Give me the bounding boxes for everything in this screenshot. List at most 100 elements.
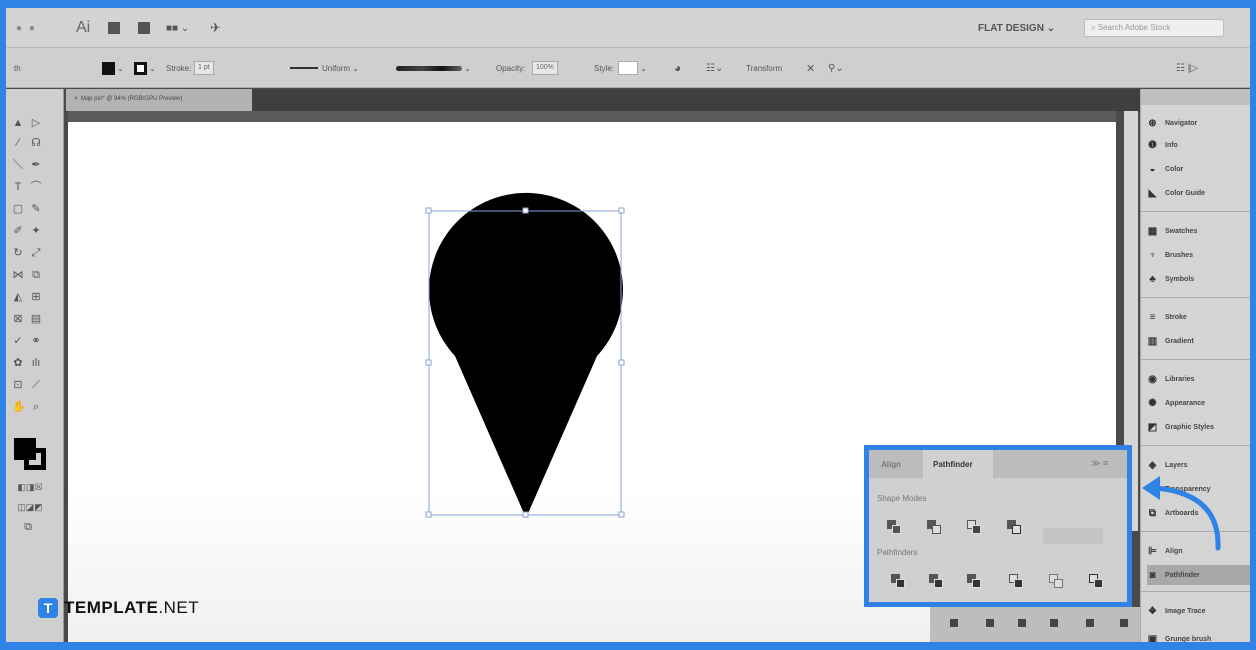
pen-tool-icon[interactable]: ＼	[12, 159, 24, 171]
map-pin-shape[interactable]	[428, 122, 667, 518]
slice-tool-icon[interactable]: ⟋	[30, 379, 42, 391]
pencil-tool-icon[interactable]: ✐	[12, 225, 24, 237]
arc-tool-icon[interactable]: ⌒	[30, 181, 42, 193]
search-stock-input[interactable]: ⌕ Search Adobe Stock	[1084, 19, 1224, 37]
panel-options-icon[interactable]: ☷ |▷	[1176, 48, 1198, 88]
shape-builder-tool-icon[interactable]: ◭	[12, 291, 24, 303]
appearance-icon: ✺	[1148, 397, 1157, 409]
eyedropper-tool-icon[interactable]: ✓	[12, 335, 24, 347]
selection-tool-icon[interactable]: ▲	[12, 117, 24, 129]
divide-icon[interactable]	[891, 574, 905, 588]
gradient-tool-icon[interactable]: ▤	[30, 313, 42, 325]
draw-mode-buttons[interactable]: ◫◪◩	[10, 501, 50, 513]
fill-swatch[interactable]: ⌄	[102, 48, 124, 88]
panel-menu-icon[interactable]: ≫ ≡	[1091, 458, 1108, 469]
align-options-icon[interactable]: ☷⌄	[706, 48, 723, 88]
curvature-tool-icon[interactable]: ✒	[30, 159, 42, 171]
dock-item-symbols[interactable]: ♣ Symbols	[1147, 269, 1250, 289]
dock-item-label: Gradient	[1165, 337, 1194, 345]
color-mode-buttons[interactable]: ◧◨☒	[10, 481, 50, 493]
symbol-sprayer-icon[interactable]: ✿	[12, 357, 24, 369]
workspace-switcher[interactable]: FLAT DESIGN ⌄	[978, 8, 1055, 48]
minus-back-icon[interactable]	[1089, 574, 1103, 588]
dock-header[interactable]	[1141, 89, 1250, 105]
mesh-tool-icon[interactable]: ⊠	[12, 313, 24, 325]
screen-mode-icon[interactable]: ⧉	[18, 521, 38, 533]
dock-item-navigator[interactable]: ⊛ Navigator	[1147, 113, 1250, 133]
zoom-tool-icon[interactable]: ⌕	[30, 401, 42, 413]
brush-library-icon: ▣	[1147, 633, 1158, 643]
swatches-icon: ▦	[1147, 225, 1158, 237]
merge-icon[interactable]	[967, 574, 981, 588]
pathfinder-strip-icons[interactable]	[930, 607, 1140, 642]
window-controls-icon[interactable]: ● ●	[16, 8, 37, 48]
compass-icon: ⊛	[1148, 117, 1157, 129]
dock-item-libraries[interactable]: ◉ Libraries	[1147, 369, 1250, 389]
opacity-field[interactable]: 100%	[532, 48, 558, 88]
dock-separator	[1141, 297, 1250, 298]
tab-align[interactable]: Align	[875, 450, 919, 478]
puppet-warp-icon[interactable]: ⚲⌄	[828, 48, 844, 88]
paintbrush-tool-icon[interactable]: ✎	[30, 203, 42, 215]
artboard-tool-icon[interactable]: ⊡	[12, 379, 24, 391]
graphic-styles-icon: ◩	[1147, 421, 1158, 433]
recolor-artwork-icon[interactable]: ◕	[674, 48, 681, 88]
dock-item-info[interactable]: ❶ Info	[1147, 135, 1250, 155]
dock-item-graphic-styles[interactable]: ◩ Graphic Styles	[1147, 417, 1250, 437]
dock-item-color[interactable]: ◒ Color	[1147, 159, 1250, 179]
shape-modes-label: Shape Modes	[877, 494, 927, 503]
rotate-tool-icon[interactable]: ↻	[12, 247, 24, 259]
crop-icon[interactable]	[1009, 574, 1023, 588]
dock-item-label: Pathfinder	[1165, 571, 1200, 579]
expand-button[interactable]	[1043, 528, 1103, 544]
type-tool-icon[interactable]: T	[12, 181, 24, 193]
unite-icon[interactable]	[887, 520, 901, 534]
dock-item-pathfinder[interactable]: ◙ Pathfinder	[1147, 565, 1250, 585]
dock-item-swatches[interactable]: ▦ Swatches	[1147, 221, 1250, 241]
trim-icon[interactable]	[929, 574, 943, 588]
dock-item-brushes[interactable]: ♆ Brushes	[1147, 245, 1250, 265]
isolate-icon[interactable]: ✕	[806, 48, 815, 88]
bridge-icon[interactable]	[108, 8, 120, 48]
dock-item-color-guide[interactable]: ◣ Color Guide	[1147, 183, 1250, 203]
graphic-style-dropdown[interactable]: ⌄	[618, 48, 647, 88]
variable-width-profile[interactable]: Uniform ⌄	[290, 48, 359, 88]
magic-wand-icon[interactable]: ⁄	[12, 137, 24, 149]
stroke-weight-field[interactable]: 1 pt	[194, 48, 214, 88]
blend-tool-icon[interactable]: ⚭	[30, 335, 42, 347]
exclude-icon[interactable]	[1007, 520, 1021, 534]
intersect-icon[interactable]	[967, 520, 981, 534]
lasso-tool-icon[interactable]: ☊	[30, 137, 42, 149]
scale-tool-icon[interactable]: ⤢	[30, 247, 42, 259]
stroke-swatch[interactable]: ⌄	[134, 48, 156, 88]
dock-item-label: Libraries	[1165, 375, 1195, 383]
rectangle-tool-icon[interactable]: ▢	[12, 203, 24, 215]
gpu-performance-icon[interactable]: ✈	[210, 8, 221, 48]
dock-item-gradient[interactable]: ▥ Gradient	[1147, 331, 1250, 351]
app-logo: Ai	[76, 19, 91, 36]
column-graph-tool-icon[interactable]: ılı	[30, 357, 42, 369]
direct-selection-tool-icon[interactable]: ▷	[30, 117, 42, 129]
document-tab[interactable]: × Map pin* @ 94% (RGB/GPU Preview)	[66, 89, 252, 111]
brush-definition-dropdown[interactable]: ⌄	[396, 48, 471, 88]
tab-pathfinder[interactable]: Pathfinder	[923, 450, 993, 478]
dock-item-stroke[interactable]: ≡ Stroke	[1147, 307, 1250, 327]
outline-icon[interactable]	[1049, 574, 1063, 588]
dock-item-appearance[interactable]: ✺ Appearance	[1147, 393, 1250, 413]
stock-icon[interactable]	[138, 8, 150, 48]
stroke-color-box[interactable]	[24, 448, 46, 470]
transform-label[interactable]: Transform	[746, 48, 782, 88]
perspective-grid-icon[interactable]: ⊞	[30, 291, 42, 303]
dock-separator	[1141, 445, 1250, 446]
arrange-documents-icon[interactable]: ■■ ⌄	[166, 8, 189, 48]
dock-separator	[1141, 211, 1250, 212]
minus-front-icon[interactable]	[927, 520, 941, 534]
dock-item-image-trace[interactable]: ❖ Image Trace	[1147, 601, 1250, 621]
width-tool-icon[interactable]: ⋈	[12, 269, 24, 281]
free-transform-tool-icon[interactable]: ⧉	[30, 269, 42, 281]
dock-item-grunge-brush[interactable]: ▣ Grunge brush	[1147, 629, 1250, 643]
stroke-weight-value: 1 pt	[194, 61, 214, 75]
dock-item-label: Stroke	[1165, 313, 1187, 321]
hand-tool-icon[interactable]: ✋	[12, 401, 26, 413]
shaper-tool-icon[interactable]: ✦	[30, 225, 42, 237]
